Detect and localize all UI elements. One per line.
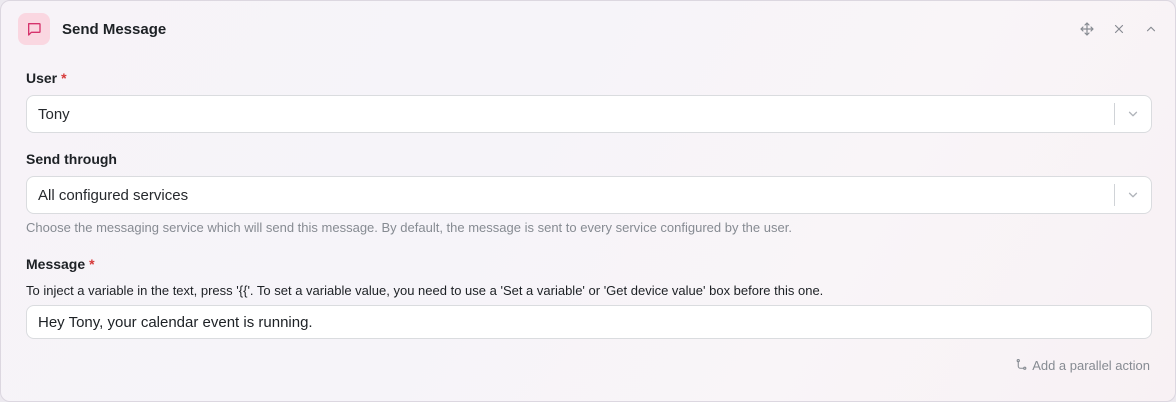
add-parallel-action-label: Add a parallel action [1032, 357, 1150, 373]
chevron-down-icon[interactable] [1115, 96, 1151, 132]
send-message-card: Send Message User * Tony Send through Al… [0, 0, 1176, 402]
card-title: Send Message [62, 20, 167, 38]
user-select[interactable]: Tony [26, 95, 1152, 133]
branch-icon [1016, 359, 1027, 370]
card-header: Send Message [18, 13, 1163, 45]
send-through-label: Send through [26, 151, 117, 167]
message-help-text: To inject a variable in the text, press … [26, 283, 824, 298]
user-select-value: Tony [38, 105, 70, 123]
chevron-down-icon[interactable] [1115, 177, 1151, 213]
header-actions [1075, 13, 1163, 45]
message-label: Message * [26, 256, 95, 272]
required-mark: * [89, 256, 95, 272]
message-icon [18, 13, 50, 45]
send-through-hint: Choose the messaging service which will … [26, 220, 792, 235]
send-through-select[interactable]: All configured services [26, 176, 1152, 214]
send-through-select-value: All configured services [38, 186, 189, 204]
close-icon[interactable] [1107, 17, 1131, 41]
add-parallel-action-button[interactable]: Add a parallel action [1015, 356, 1150, 374]
required-mark: * [61, 70, 67, 86]
chevron-up-icon[interactable] [1139, 17, 1163, 41]
message-input[interactable] [26, 305, 1152, 339]
message-label-text: Message [26, 256, 86, 272]
user-label-text: User [26, 70, 58, 86]
user-label: User * [26, 70, 67, 86]
move-icon[interactable] [1075, 17, 1099, 41]
